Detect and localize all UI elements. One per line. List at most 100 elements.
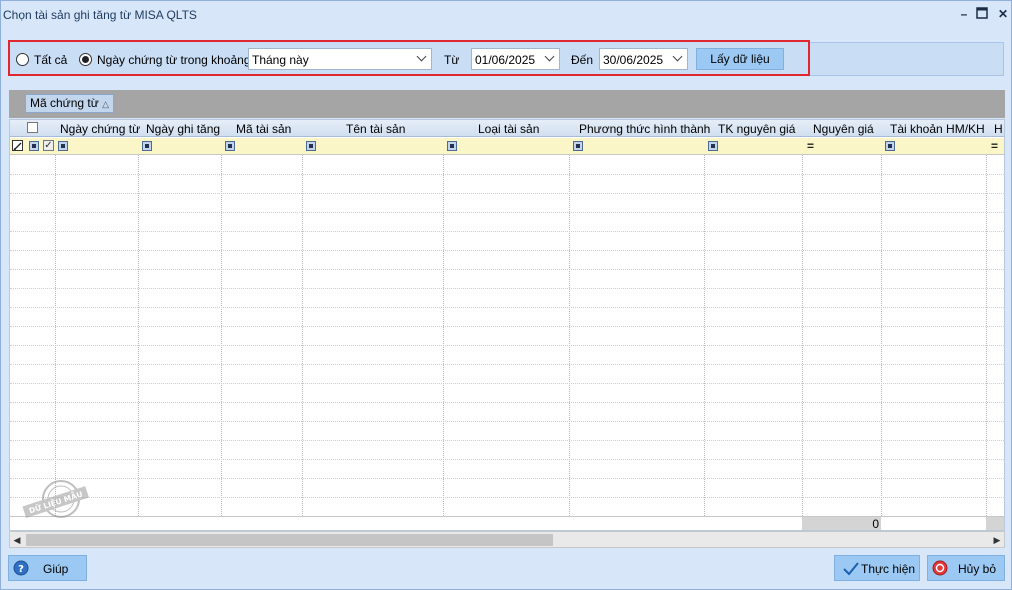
col-header-asset-name[interactable]: Tên tài sản (346, 122, 405, 136)
close-icon[interactable]: ✕ (996, 7, 1010, 21)
help-button[interactable]: ? Giúp (8, 555, 87, 581)
grid-row-divider (10, 345, 1004, 346)
to-date-value: 30/06/2025 (603, 53, 664, 67)
to-label: Đến (571, 53, 594, 67)
grid-row-divider (10, 307, 1004, 308)
grid-row-divider (10, 269, 1004, 270)
date-filter-panel: Tất cả Ngày chứng từ trong khoảng Tháng … (8, 40, 810, 76)
summary-filler (986, 517, 1004, 530)
grid-column-divider (569, 155, 570, 516)
grid-column-divider (55, 155, 56, 516)
grid-row-divider (10, 364, 1004, 365)
col-header-formation-method[interactable]: Phương thức hình thành (579, 122, 710, 136)
sort-ascending-icon[interactable]: △ (102, 99, 109, 109)
cancel-icon (932, 560, 948, 576)
edit-filter-icon[interactable] (12, 140, 23, 151)
period-select[interactable]: Tháng này (248, 48, 432, 70)
filter-condition-icon[interactable] (306, 141, 316, 151)
col-header-cost-account[interactable]: TK nguyên giá (718, 122, 795, 136)
window-title: Chọn tài sản ghi tăng từ MISA QLTS (3, 8, 197, 22)
select-all-checkbox[interactable] (27, 122, 38, 133)
grid-header-row: Ngày chứng từ Ngày ghi tăng Mã tài sản T… (10, 120, 1004, 137)
cancel-button[interactable]: Hủy bỏ (927, 555, 1005, 581)
help-button-label: Giúp (43, 562, 69, 576)
grid-column-divider (302, 155, 303, 516)
grid-row-divider (10, 421, 1004, 422)
grid-row-divider (10, 402, 1004, 403)
checkmark-icon (843, 562, 859, 576)
help-icon: ? (13, 560, 29, 576)
radio-date-range-label[interactable]: Ngày chứng từ trong khoảng (97, 53, 251, 67)
sample-data-stamp-icon: DỮ LIỆU MẪU (22, 480, 89, 518)
scrollbar-thumb[interactable] (26, 534, 553, 546)
grid-column-divider (802, 155, 803, 516)
grid-row-divider (10, 231, 1004, 232)
scroll-left-icon[interactable]: ◀ (11, 534, 23, 546)
filter-condition-icon[interactable] (885, 141, 895, 151)
radio-date-range[interactable] (79, 53, 92, 66)
grid-summary-row: 0 (10, 516, 1004, 530)
grid-column-divider (138, 155, 139, 516)
grid-column-divider (443, 155, 444, 516)
from-date-value: 01/06/2025 (475, 53, 536, 67)
to-date-picker[interactable]: 30/06/2025 (599, 48, 688, 70)
chevron-down-icon[interactable] (673, 52, 683, 64)
grid-row-divider (10, 212, 1004, 213)
filter-condition-icon[interactable] (447, 141, 457, 151)
grid-column-divider (221, 155, 222, 516)
asset-grid: Ngày chứng từ Ngày ghi tăng Mã tài sản T… (9, 119, 1005, 531)
grid-column-divider (986, 155, 987, 516)
radio-all-label[interactable]: Tất cả (34, 53, 67, 67)
grid-column-divider (881, 155, 882, 516)
grid-row-divider (10, 250, 1004, 251)
group-by-panel: Mã chứng từ △ (9, 90, 1005, 118)
chevron-down-icon[interactable] (417, 52, 427, 64)
cancel-button-label: Hủy bỏ (958, 562, 997, 576)
col-header-truncated[interactable]: H (994, 122, 1003, 136)
fetch-data-button[interactable]: Lấy dữ liệu (696, 48, 784, 70)
equals-filter-icon[interactable]: = (991, 140, 998, 152)
execute-button[interactable]: Thực hiện (834, 555, 920, 581)
filter-condition-icon[interactable] (708, 141, 718, 151)
grid-row-divider (10, 174, 1004, 175)
grid-row-divider (10, 440, 1004, 441)
radio-all[interactable] (16, 53, 29, 66)
filter-condition-icon[interactable] (142, 141, 152, 151)
group-tag-label: Mã chứng từ (30, 96, 99, 110)
col-header-asset-code[interactable]: Mã tài sản (236, 122, 291, 136)
col-header-original-cost[interactable]: Nguyên giá (813, 122, 874, 136)
grid-row-divider (10, 193, 1004, 194)
filter-condition-icon[interactable] (58, 141, 68, 151)
grid-row-divider (10, 459, 1004, 460)
svg-text:?: ? (18, 564, 24, 575)
col-header-document-date[interactable]: Ngày chứng từ (60, 122, 140, 136)
col-header-asset-type[interactable]: Loại tài sản (478, 122, 539, 136)
scroll-right-icon[interactable]: ▶ (991, 534, 1003, 546)
from-date-picker[interactable]: 01/06/2025 (471, 48, 560, 70)
grid-row-divider (10, 288, 1004, 289)
from-label: Từ (444, 53, 460, 67)
grid-row-divider (10, 497, 1004, 498)
original-cost-total: 0 (802, 517, 881, 530)
title-bar[interactable]: Chọn tài sản ghi tăng từ MISA QLTS – ✕ (1, 1, 1011, 31)
minimize-icon[interactable]: – (957, 7, 971, 21)
grid-row-divider (10, 478, 1004, 479)
grid-filter-row: ✓ = = (10, 138, 1004, 155)
grid-row-divider (10, 383, 1004, 384)
filter-condition-icon[interactable] (225, 141, 235, 151)
filter-condition-icon[interactable] (29, 141, 39, 151)
horizontal-scrollbar[interactable]: ◀ ▶ (9, 531, 1005, 548)
group-tag-document-code[interactable]: Mã chứng từ △ (25, 94, 115, 113)
filter-condition-icon[interactable] (573, 141, 583, 151)
col-header-depreciation-account[interactable]: Tài khoản HM/KH (890, 122, 985, 136)
chevron-down-icon[interactable] (545, 52, 555, 64)
grid-row-divider (10, 326, 1004, 327)
checked-filter-icon[interactable]: ✓ (43, 140, 54, 151)
dialog-window: Chọn tài sản ghi tăng từ MISA QLTS – ✕ T… (0, 0, 1012, 590)
execute-button-label: Thực hiện (861, 562, 916, 576)
period-select-value: Tháng này (252, 53, 309, 67)
equals-filter-icon[interactable]: = (807, 140, 814, 152)
maximize-icon[interactable] (975, 7, 989, 21)
col-header-increase-date[interactable]: Ngày ghi tăng (146, 122, 220, 136)
grid-column-divider (704, 155, 705, 516)
